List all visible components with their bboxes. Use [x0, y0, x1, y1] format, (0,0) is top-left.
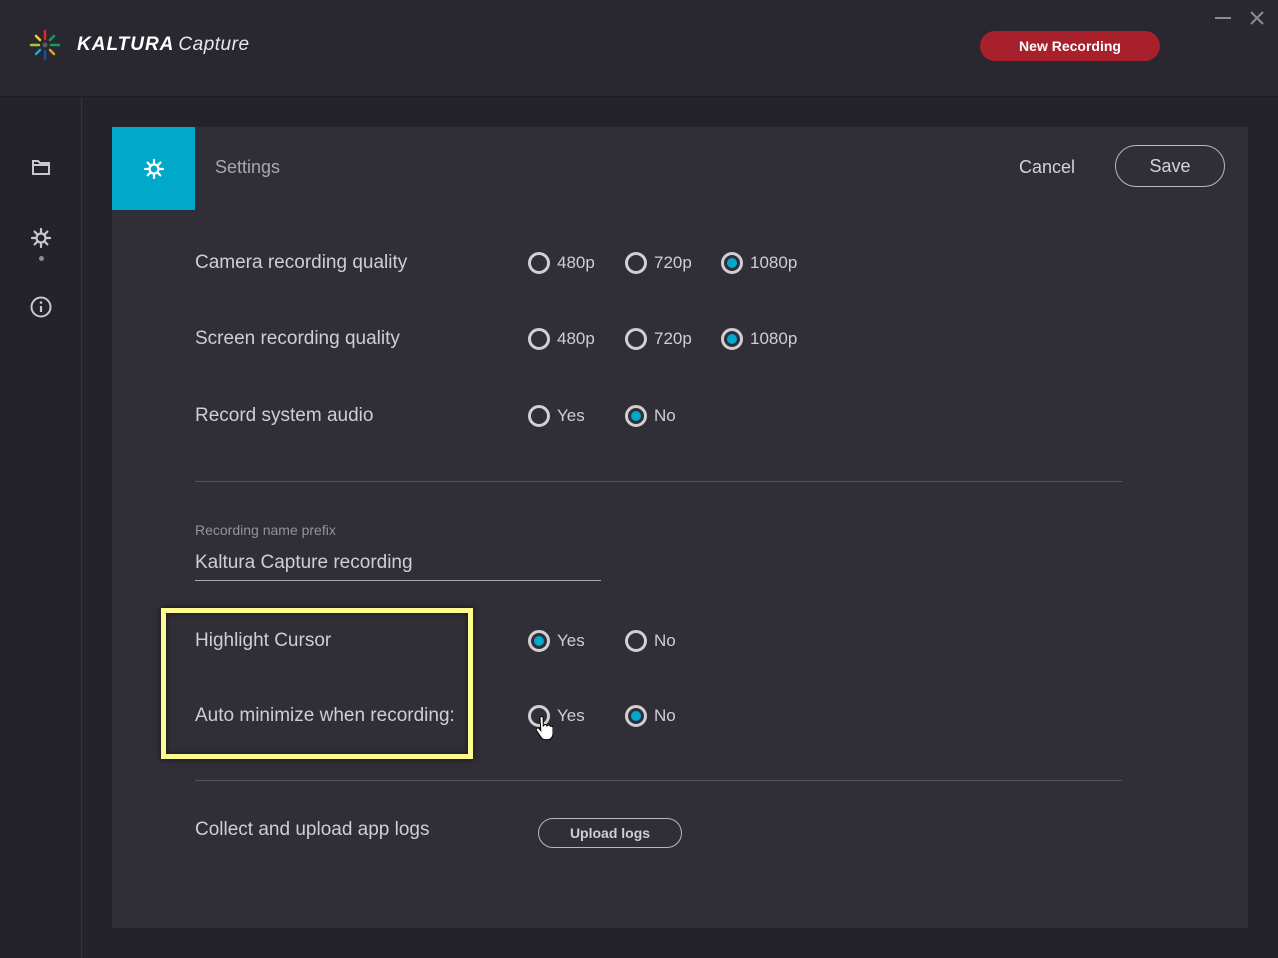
section-divider	[195, 481, 1122, 482]
highlight-cursor-label: Highlight Cursor	[195, 630, 332, 651]
close-icon	[1250, 11, 1264, 25]
sidebar-item-library[interactable]	[26, 152, 56, 182]
camera-quality-720p[interactable]: 720p	[625, 252, 721, 274]
radio-label: 720p	[654, 329, 692, 348]
sidebar-item-about[interactable]	[26, 292, 56, 322]
radio-button[interactable]	[625, 630, 647, 652]
info-icon	[30, 296, 52, 318]
system-audio-radio-group: Yes No	[528, 405, 676, 427]
kaltura-logo: KALTURA Capture	[27, 27, 250, 63]
app-header: KALTURA Capture New Recording	[0, 0, 1278, 97]
radio-button-selected[interactable]	[528, 630, 550, 652]
auto-minimize-label: Auto minimize when recording:	[195, 705, 455, 726]
radio-button[interactable]	[625, 252, 647, 274]
new-recording-button[interactable]: New Recording	[980, 31, 1160, 61]
radio-label: Yes	[557, 406, 585, 425]
cancel-button[interactable]: Cancel	[1007, 152, 1087, 182]
product-name: Capture	[178, 34, 250, 55]
section-divider	[195, 780, 1122, 781]
radio-label: 1080p	[750, 329, 798, 348]
system-audio-yes[interactable]: Yes	[528, 405, 625, 427]
camera-quality-480p[interactable]: 480p	[528, 252, 625, 274]
settings-panel: Settings Cancel Save Camera recording qu…	[112, 127, 1248, 928]
radio-button[interactable]	[528, 405, 550, 427]
highlight-cursor-radio-group: Yes No	[528, 630, 676, 652]
logs-label: Collect and upload app logs	[195, 819, 430, 840]
screen-quality-label: Screen recording quality	[195, 328, 400, 349]
screen-quality-480p[interactable]: 480p	[528, 328, 625, 350]
sidebar	[0, 98, 82, 958]
gear-icon	[30, 227, 52, 249]
folder-icon	[32, 160, 50, 175]
radio-label: No	[654, 406, 676, 425]
radio-button[interactable]	[528, 705, 550, 727]
screen-quality-720p[interactable]: 720p	[625, 328, 721, 350]
save-button[interactable]: Save	[1115, 145, 1225, 187]
camera-quality-radio-group: 480p 720p 1080p	[528, 252, 797, 274]
radio-label: 480p	[557, 253, 595, 272]
radio-button-selected[interactable]	[721, 252, 743, 274]
radio-label: No	[654, 631, 676, 650]
system-audio-no[interactable]: No	[625, 405, 676, 427]
radio-button[interactable]	[528, 252, 550, 274]
radio-button[interactable]	[625, 328, 647, 350]
name-prefix-input[interactable]	[195, 545, 601, 581]
settings-tile	[112, 127, 195, 210]
app-title: KALTURA Capture	[77, 34, 250, 56]
upload-logs-button[interactable]: Upload logs	[538, 818, 682, 848]
radio-button-selected[interactable]	[721, 328, 743, 350]
close-button[interactable]	[1247, 8, 1267, 28]
minimize-button[interactable]	[1213, 8, 1233, 28]
radio-label: No	[654, 706, 676, 725]
auto-minimize-radio-group: Yes No	[528, 705, 676, 727]
camera-quality-label: Camera recording quality	[195, 252, 408, 273]
auto-minimize-yes[interactable]: Yes	[528, 705, 625, 727]
auto-minimize-no[interactable]: No	[625, 705, 676, 727]
radio-label: 720p	[654, 253, 692, 272]
radio-label: Yes	[557, 631, 585, 650]
active-indicator-dot	[39, 256, 44, 261]
radio-button[interactable]	[528, 328, 550, 350]
radio-label: Yes	[557, 706, 585, 725]
highlight-cursor-yes[interactable]: Yes	[528, 630, 625, 652]
kaltura-starburst-icon	[29, 29, 61, 61]
screen-quality-1080p[interactable]: 1080p	[721, 328, 797, 350]
sidebar-item-settings[interactable]	[26, 223, 56, 253]
minimize-icon	[1215, 17, 1231, 19]
panel-title: Settings	[215, 157, 281, 177]
name-prefix-label: Recording name prefix	[195, 522, 336, 538]
highlight-cursor-no[interactable]: No	[625, 630, 676, 652]
radio-label: 1080p	[750, 253, 798, 272]
radio-button-selected[interactable]	[625, 405, 647, 427]
gear-icon	[143, 158, 164, 179]
system-audio-label: Record system audio	[195, 405, 374, 426]
screen-quality-radio-group: 480p 720p 1080p	[528, 328, 797, 350]
radio-label: 480p	[557, 329, 595, 348]
brand-name: KALTURA	[77, 34, 175, 55]
radio-button-selected[interactable]	[625, 705, 647, 727]
camera-quality-1080p[interactable]: 1080p	[721, 252, 797, 274]
